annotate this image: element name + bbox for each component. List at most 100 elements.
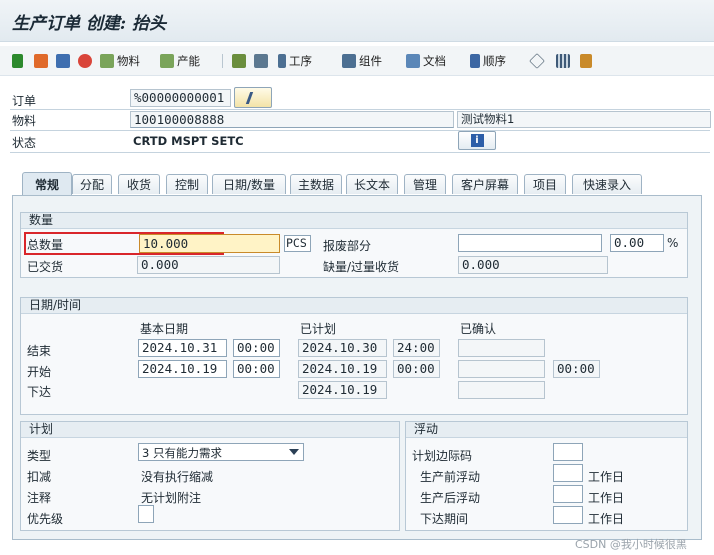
toolbar-capacity-label: 产能 xyxy=(177,54,200,68)
toolbar-sequence-label: 顺序 xyxy=(483,54,506,68)
material-label: 物料 xyxy=(12,114,37,128)
confirmed-column-header: 已确认 xyxy=(460,322,497,336)
material-icon xyxy=(100,54,114,68)
start-basic-time-input[interactable]: 00:00 xyxy=(233,360,280,378)
release-label: 下达 xyxy=(27,385,52,399)
tab-control[interactable]: 控制 xyxy=(166,174,208,194)
page-title: 生产订单 创建: 抬头 xyxy=(12,14,167,34)
chevron-down-icon[interactable] xyxy=(289,449,299,455)
short-over-receipt-label: 缺量/过量收货 xyxy=(323,260,400,274)
delivered-label: 已交货 xyxy=(27,260,64,274)
lifebuoy-icon[interactable] xyxy=(78,52,95,70)
watermark: CSDN @我小时候很黑 xyxy=(575,538,687,551)
delivered-field: 0.000 xyxy=(137,256,280,274)
pencil-icon xyxy=(245,91,261,104)
float-before-unit: 工作日 xyxy=(588,470,625,484)
start-planned-time: 00:00 xyxy=(393,360,440,378)
toolbar-operations-label: 工序 xyxy=(289,54,312,68)
tab-administration[interactable]: 管理 xyxy=(404,174,446,194)
start-basic-date-input[interactable]: 2024.10.19 xyxy=(138,360,227,378)
end-label: 结束 xyxy=(27,344,52,358)
scrap-portion-label: 报废部分 xyxy=(323,239,372,253)
tab-long-text[interactable]: 长文本 xyxy=(346,174,398,194)
reduction-label: 扣减 xyxy=(27,470,52,484)
start-confirmed-date xyxy=(458,360,545,378)
list-icon[interactable] xyxy=(56,52,73,70)
divider xyxy=(10,152,710,153)
tab-quick-entry[interactable]: 快速录入 xyxy=(572,174,642,194)
document-icon[interactable] xyxy=(34,52,51,70)
sequence-icon xyxy=(470,54,480,68)
divider xyxy=(10,130,710,131)
order-label: 订单 xyxy=(12,94,37,108)
order-type-label: 类型 xyxy=(27,449,52,463)
tab-master-data[interactable]: 主数据 xyxy=(290,174,342,194)
toolbar-components-button[interactable]: 组件 xyxy=(342,52,382,70)
margin-key-label: 计划边际码 xyxy=(412,449,473,463)
float-after-production-input[interactable] xyxy=(553,485,583,503)
toolbar-separator xyxy=(222,54,223,68)
toolbar-capacity-button[interactable]: 产能 xyxy=(160,52,200,70)
toolbar-documents-label: 文档 xyxy=(423,54,446,68)
priority-label: 优先级 xyxy=(27,512,64,526)
application-toolbar: 物料 产能 工序 组件 文档 顺序 xyxy=(0,46,714,76)
float-before-production-label: 生产前浮动 xyxy=(420,470,481,484)
planning-group-title: 计划 xyxy=(21,422,399,438)
release-period-unit: 工作日 xyxy=(588,512,625,526)
tab-assignment[interactable]: 分配 xyxy=(72,174,112,194)
tree-icon[interactable] xyxy=(580,52,595,70)
release-planned-date: 2024.10.19 xyxy=(298,381,387,399)
scrap-quantity-input[interactable] xyxy=(458,234,602,252)
priority-input[interactable] xyxy=(138,505,154,523)
tab-dates-quantities[interactable]: 日期/数量 xyxy=(212,174,286,194)
toolbar-operations-button[interactable]: 工序 xyxy=(278,52,312,70)
percent-sign: % xyxy=(667,236,679,250)
material-field[interactable]: 100100008888 xyxy=(130,111,454,128)
divider xyxy=(10,109,710,110)
planning-type-dropdown[interactable]: 3 只有能力需求 xyxy=(138,443,304,461)
note-value: 无计划附注 xyxy=(141,491,202,505)
end-confirmed-date xyxy=(458,339,545,357)
operations-icon xyxy=(278,54,286,68)
status-label: 状态 xyxy=(12,136,37,150)
release-period-label: 下达期间 xyxy=(420,512,469,526)
float-before-production-input[interactable] xyxy=(553,464,583,482)
basic-date-column-header: 基本日期 xyxy=(140,322,189,336)
capacity-icon xyxy=(160,54,174,68)
cube-icon[interactable] xyxy=(529,52,547,70)
tab-project[interactable]: 项目 xyxy=(524,174,566,194)
release-period-input[interactable] xyxy=(553,506,583,524)
flag-icon[interactable] xyxy=(12,52,26,70)
end-planned-time: 24:00 xyxy=(393,339,440,357)
float-after-unit: 工作日 xyxy=(588,491,625,505)
toolbar-documents-button[interactable]: 文档 xyxy=(406,52,446,70)
scrap-percent-input[interactable]: 0.00 xyxy=(610,234,664,252)
end-basic-date-input[interactable]: 2024.10.31 xyxy=(138,339,227,357)
toolbar-material-button[interactable]: 物料 xyxy=(100,52,140,70)
toolbar-components-label: 组件 xyxy=(359,54,382,68)
printer-icon[interactable] xyxy=(254,52,271,70)
short-over-receipt-field: 0.000 xyxy=(458,256,608,274)
toolbar-sequence-button[interactable]: 顺序 xyxy=(470,52,506,70)
tab-goods-receipt[interactable]: 收货 xyxy=(118,174,160,194)
margin-key-input[interactable] xyxy=(553,443,583,461)
start-confirmed-time: 00:00 xyxy=(553,360,600,378)
dates-group-title: 日期/时间 xyxy=(21,298,687,314)
toolbar-material-label: 物料 xyxy=(117,54,140,68)
material-description: 测试物料1 xyxy=(457,111,711,128)
reduction-value: 没有执行缩减 xyxy=(141,470,214,484)
unit-field[interactable]: PCS xyxy=(284,235,311,252)
grid-icon[interactable] xyxy=(556,52,573,70)
change-order-button[interactable] xyxy=(234,87,272,108)
release-confirmed-date xyxy=(458,381,545,399)
end-basic-time-input[interactable]: 00:00 xyxy=(233,339,280,357)
tab-general[interactable]: 常规 xyxy=(22,172,72,195)
float-after-production-label: 生产后浮动 xyxy=(420,491,481,505)
total-quantity-input[interactable]: 10.000 xyxy=(139,234,280,253)
start-planned-date: 2024.10.19 xyxy=(298,360,387,378)
tab-customer-screen[interactable]: 客户屏幕 xyxy=(452,174,518,194)
hierarchy-icon[interactable] xyxy=(232,52,249,70)
start-label: 开始 xyxy=(27,365,52,379)
status-info-button[interactable]: i xyxy=(458,131,496,150)
order-field[interactable]: %00000000001 xyxy=(130,89,231,107)
